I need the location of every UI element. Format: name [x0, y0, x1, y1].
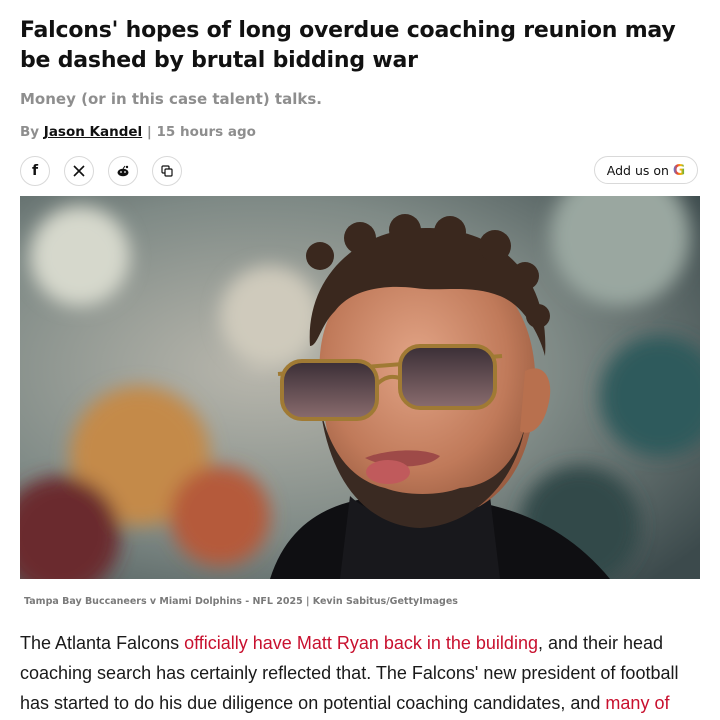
- byline-prefix: By: [20, 124, 44, 140]
- author-link[interactable]: Jason Kandel: [44, 124, 142, 140]
- hero-image: [20, 196, 700, 579]
- add-us-label: Add us on: [606, 162, 669, 178]
- reddit-icon: [117, 165, 129, 177]
- share-reddit-button[interactable]: [108, 156, 138, 186]
- byline-separator: |: [142, 124, 157, 140]
- article-page: Falcons' hopes of long overdue coaching …: [0, 0, 720, 720]
- article-headline: Falcons' hopes of long overdue coaching …: [20, 18, 676, 73]
- x-icon: [73, 165, 85, 177]
- image-caption: Tampa Bay Buccaneers v Miami Dolphins - …: [24, 596, 458, 607]
- publish-time: 15 hours ago: [156, 124, 256, 140]
- matt-ryan-link[interactable]: officially have Matt Ryan back in the bu…: [184, 633, 538, 653]
- byline: By Jason Kandel | 15 hours ago: [20, 124, 256, 140]
- body-text-1: The Atlanta Falcons: [20, 633, 185, 653]
- google-icon: G: [672, 161, 686, 179]
- share-x-button[interactable]: [64, 156, 94, 186]
- many-of-link[interactable]: many of: [605, 693, 669, 713]
- copy-link-button[interactable]: [152, 156, 182, 186]
- article-dek: Money (or in this case talent) talks.: [20, 90, 322, 108]
- article-body-paragraph: The Atlanta Falcons officially have Matt…: [20, 628, 710, 718]
- share-facebook-button[interactable]: f: [20, 156, 50, 186]
- share-buttons: f: [20, 156, 182, 186]
- add-us-on-google-button[interactable]: Add us on G: [594, 156, 698, 184]
- copy-link-icon: [161, 165, 173, 177]
- facebook-icon: f: [31, 163, 39, 179]
